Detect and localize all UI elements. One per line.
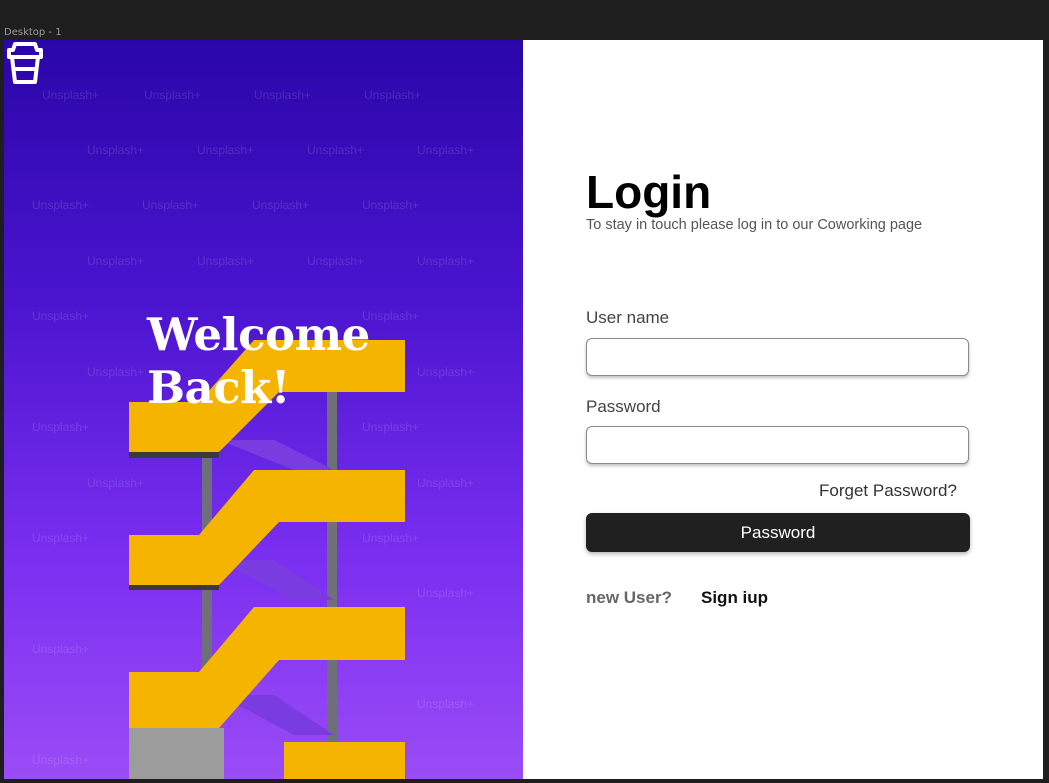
watermark: Unsplash+ xyxy=(417,697,475,711)
watermark: Unsplash+ xyxy=(417,254,475,268)
watermark: Unsplash+ xyxy=(307,143,365,157)
watermark: Unsplash+ xyxy=(417,143,475,157)
watermark: Unsplash+ xyxy=(32,753,90,767)
page-subtitle: To stay in touch please log in to our Co… xyxy=(586,217,923,233)
watermark: Unsplash+ xyxy=(142,198,200,212)
watermark: Unsplash+ xyxy=(364,88,422,102)
login-page: Unsplash+ Unsplash+ Unsplash+ Unsplash+ … xyxy=(4,40,1043,779)
forgot-password-link[interactable]: Forget Password? xyxy=(819,481,957,501)
watermark: Unsplash+ xyxy=(417,476,475,490)
watermark: Unsplash+ xyxy=(362,198,420,212)
watermark: Unsplash+ xyxy=(197,254,255,268)
new-user-text: new User? xyxy=(586,588,672,607)
watermark: Unsplash+ xyxy=(32,309,90,323)
watermark: Unsplash+ xyxy=(252,198,310,212)
watermark: Unsplash+ xyxy=(32,642,90,656)
username-input[interactable] xyxy=(586,338,969,376)
watermark: Unsplash+ xyxy=(417,586,475,600)
watermark: Unsplash+ xyxy=(32,198,90,212)
watermark: Unsplash+ xyxy=(87,143,145,157)
watermark: Unsplash+ xyxy=(417,365,475,379)
welcome-heading: Welcome Back! xyxy=(147,308,370,414)
username-label: User name xyxy=(586,308,670,327)
hero-panel: Unsplash+ Unsplash+ Unsplash+ Unsplash+ … xyxy=(4,40,523,779)
watermark: Unsplash+ xyxy=(32,531,90,545)
watermark: Unsplash+ xyxy=(362,420,420,434)
watermark: Unsplash+ xyxy=(362,309,420,323)
watermark: Unsplash+ xyxy=(254,88,312,102)
welcome-line: Back! xyxy=(147,361,291,414)
watermark: Unsplash+ xyxy=(362,531,420,545)
coffee-cup-icon xyxy=(7,42,43,84)
password-input[interactable] xyxy=(586,426,969,464)
welcome-line: Welcome xyxy=(147,308,370,361)
watermark: Unsplash+ xyxy=(32,420,90,434)
watermark: Unsplash+ xyxy=(144,88,202,102)
submit-button[interactable]: Password xyxy=(586,513,970,552)
watermark: Unsplash+ xyxy=(87,254,145,268)
page-title: Login xyxy=(586,166,712,218)
watermark: Unsplash+ xyxy=(42,88,100,102)
watermark: Unsplash+ xyxy=(197,143,255,157)
watermark: Unsplash+ xyxy=(87,476,145,490)
frame-label: Desktop - 1 xyxy=(4,27,62,38)
watermark: Unsplash+ xyxy=(87,365,145,379)
sign-up-link[interactable]: Sign iup xyxy=(701,588,768,608)
watermark: Unsplash+ xyxy=(307,254,365,268)
password-label: Password xyxy=(586,397,661,416)
